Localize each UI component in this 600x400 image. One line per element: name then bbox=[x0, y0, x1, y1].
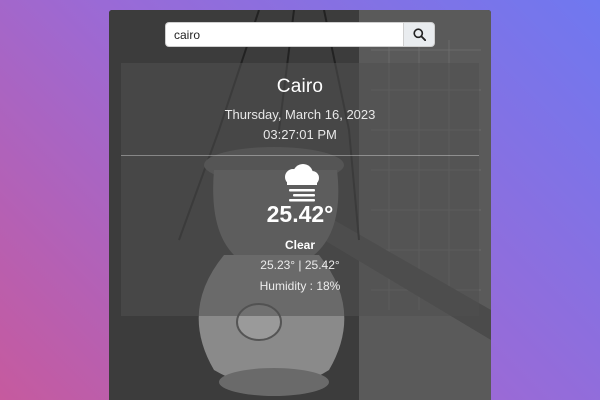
city-name: Cairo bbox=[276, 76, 324, 97]
search-button[interactable] bbox=[403, 22, 435, 47]
condition: Clear bbox=[284, 238, 316, 252]
time-text: 03:27:01 PM bbox=[263, 127, 337, 142]
weather-panel: Cairo Thursday, March 16, 2023 03:27:01 … bbox=[121, 63, 479, 316]
weather-card: Cairo Thursday, March 16, 2023 03:27:01 … bbox=[109, 10, 491, 400]
min-max-temperature: 25.23° | 25.42° bbox=[260, 258, 340, 272]
divider bbox=[121, 155, 479, 156]
search-icon bbox=[412, 28, 426, 41]
date-text: Thursday, March 16, 2023 bbox=[224, 107, 376, 122]
search-input[interactable] bbox=[165, 22, 403, 47]
mist-cloud-icon bbox=[285, 164, 319, 202]
temperature: 25.42° bbox=[266, 201, 334, 227]
search-bar bbox=[165, 22, 435, 47]
humidity: Humidity : 18% bbox=[259, 279, 341, 293]
